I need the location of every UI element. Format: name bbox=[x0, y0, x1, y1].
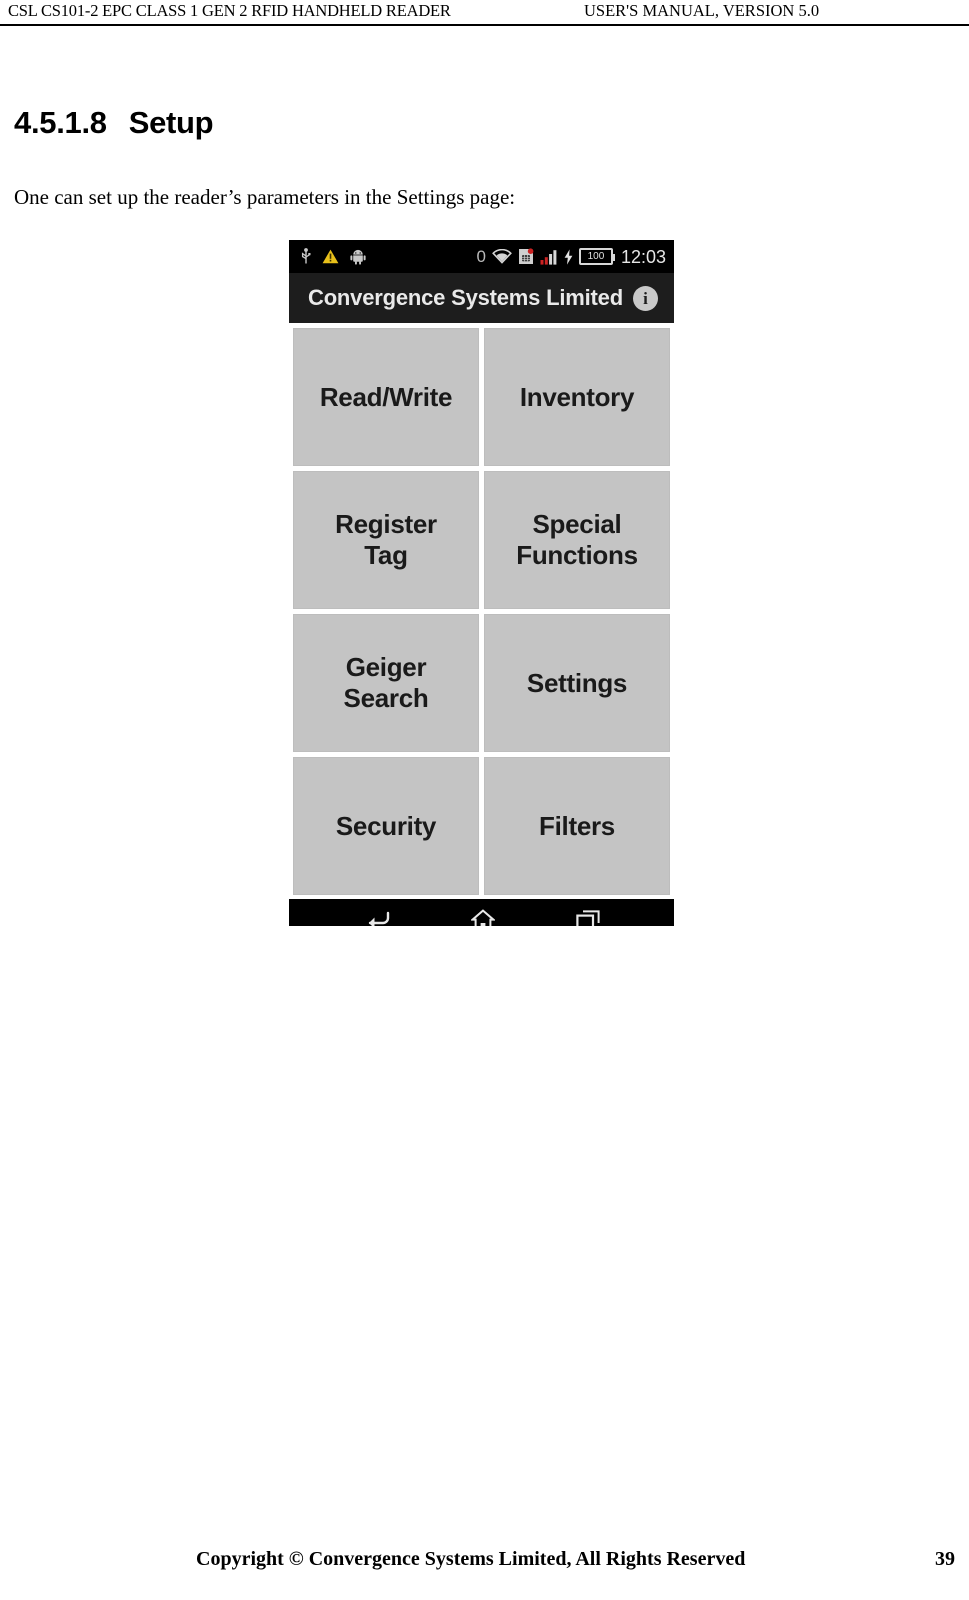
footer-copyright: Copyright © Convergence Systems Limited,… bbox=[196, 1548, 746, 1570]
header-manual-version: USER'S MANUAL, VERSION 5.0 bbox=[584, 1, 820, 20]
page-running-header: CSL CS101-2 EPC CLASS 1 GEN 2 RFID HANDH… bbox=[0, 0, 969, 28]
home-icon[interactable] bbox=[470, 909, 495, 926]
signal-bars-icon bbox=[540, 249, 558, 265]
status-bar-right-icons: 0 100 12:03 bbox=[476, 248, 666, 266]
wifi-icon bbox=[492, 249, 512, 264]
menu-button-special-functions[interactable]: Special Functions bbox=[484, 471, 670, 609]
status-counter-label: 0 bbox=[476, 247, 486, 266]
android-status-bar: 0 100 12:03 bbox=[289, 240, 674, 273]
page-footer: Copyright © Convergence Systems Limited,… bbox=[0, 1548, 969, 1578]
recent-apps-icon[interactable] bbox=[575, 909, 600, 926]
battery-level-label: 100 bbox=[587, 250, 605, 262]
section-paragraph: One can set up the reader’s parameters i… bbox=[14, 185, 516, 209]
phone-screenshot-figure: 0 100 12:03 Convergence Systems Limited … bbox=[289, 240, 674, 926]
menu-button-read-write[interactable]: Read/Write bbox=[293, 328, 479, 466]
back-arrow-icon[interactable] bbox=[364, 910, 390, 926]
menu-button-register-tag[interactable]: Register Tag bbox=[293, 471, 479, 609]
main-menu-grid: Read/Write Inventory Register Tag Specia… bbox=[289, 323, 674, 899]
menu-button-filters[interactable]: Filters bbox=[484, 757, 670, 895]
menu-button-inventory[interactable]: Inventory bbox=[484, 328, 670, 466]
menu-button-security[interactable]: Security bbox=[293, 757, 479, 895]
section-number: 4.5.1.8 bbox=[14, 104, 107, 140]
menu-button-settings[interactable]: Settings bbox=[484, 614, 670, 752]
android-robot-icon bbox=[350, 249, 366, 265]
app-title-bar: Convergence Systems Limited i bbox=[289, 273, 674, 323]
page-title: 4.5.1.8 Setup bbox=[14, 104, 214, 141]
status-bar-left-icons bbox=[301, 248, 366, 265]
section-title: Setup bbox=[128, 104, 214, 140]
usb-icon bbox=[301, 248, 311, 265]
android-navigation-bar bbox=[289, 899, 674, 926]
sim-card-icon bbox=[518, 248, 534, 265]
info-circle-icon[interactable]: i bbox=[633, 285, 658, 311]
warning-triangle-icon bbox=[322, 249, 339, 264]
header-divider-rule bbox=[0, 24, 969, 26]
app-title-label: Convergence Systems Limited bbox=[308, 285, 623, 310]
battery-indicator: 100 bbox=[578, 248, 615, 265]
menu-button-geiger-search[interactable]: Geiger Search bbox=[293, 614, 479, 752]
status-bar-clock: 12:03 bbox=[620, 246, 666, 267]
footer-page-number: 39 bbox=[935, 1548, 955, 1570]
charging-bolt-icon bbox=[564, 248, 573, 265]
header-document-title: CSL CS101-2 EPC CLASS 1 GEN 2 RFID HANDH… bbox=[8, 1, 451, 20]
